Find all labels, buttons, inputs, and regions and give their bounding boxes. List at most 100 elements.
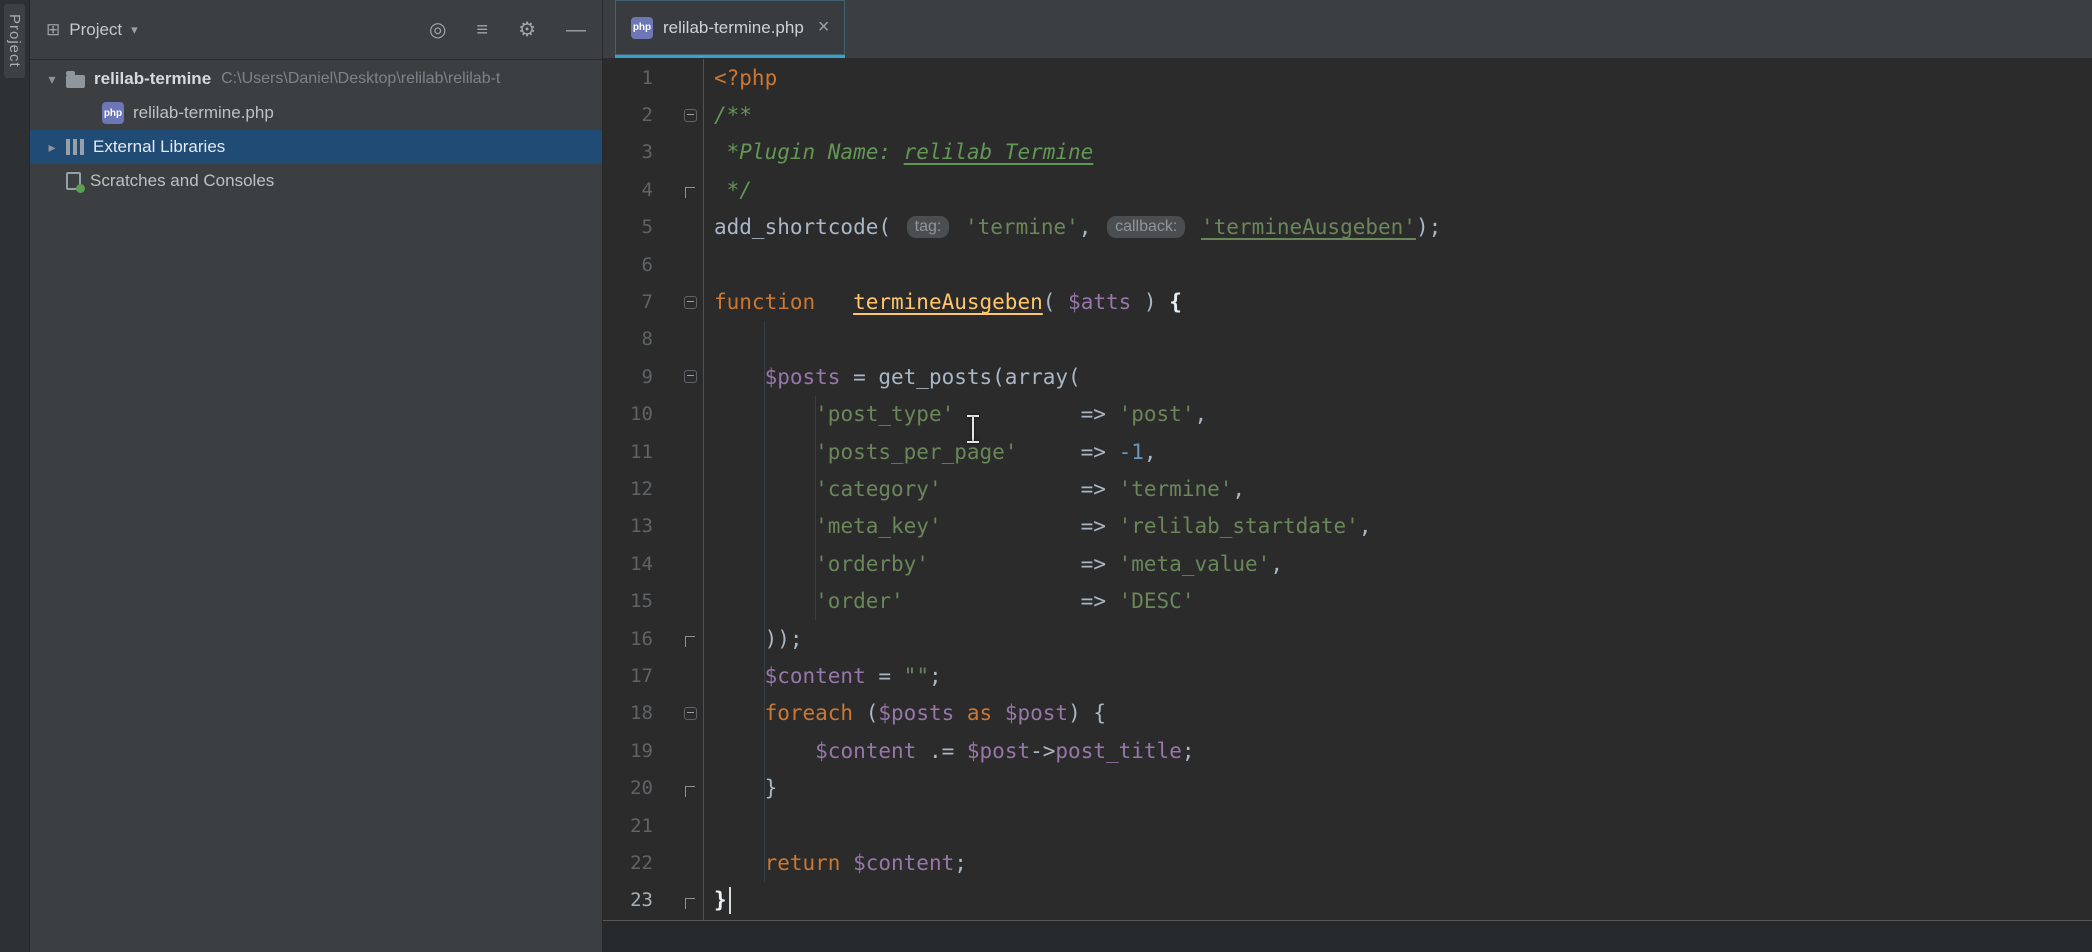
- tree-label: External Libraries: [93, 137, 225, 157]
- project-tree: ▾ relilab-termine C:\Users\Daniel\Desktop\…: [30, 60, 602, 952]
- chevron-down-icon[interactable]: ▾: [38, 71, 66, 88]
- line-number[interactable]: 4: [603, 179, 677, 201]
- code-line-20[interactable]: }: [714, 769, 2092, 806]
- line-number[interactable]: 13: [603, 515, 677, 537]
- fold-collapse-icon[interactable]: [684, 109, 697, 122]
- code-line-10[interactable]: 'post_type' => 'post',: [714, 396, 2092, 433]
- line-number[interactable]: 6: [603, 254, 677, 276]
- chevron-right-icon[interactable]: ▸: [38, 139, 66, 156]
- library-icon: [66, 139, 84, 155]
- locate-file-icon[interactable]: ◎: [429, 20, 446, 40]
- project-view-icon: ⊞: [46, 20, 60, 40]
- project-panel-header: ⊞ Project ▾ ◎ ≡ ⚙ —: [30, 0, 602, 60]
- code-line-1[interactable]: <?php: [714, 59, 2092, 96]
- code-line-4[interactable]: */: [714, 171, 2092, 208]
- scratch-icon: [66, 172, 81, 190]
- tree-row-file-relilab-termine-php[interactable]: php relilab-termine.php: [30, 96, 602, 130]
- line-number[interactable]: 22: [603, 852, 677, 874]
- code-line-3[interactable]: *Plugin Name: relilab Termine: [714, 134, 2092, 171]
- line-number[interactable]: 3: [603, 141, 677, 163]
- editor-bottom-strip: [603, 920, 2092, 952]
- line-number[interactable]: 16: [603, 628, 677, 650]
- code-line-6[interactable]: [714, 246, 2092, 283]
- panel-actions: ◎ ≡ ⚙ —: [429, 20, 586, 40]
- line-number[interactable]: 18: [603, 702, 677, 724]
- code-line-12[interactable]: 'category' => 'termine',: [714, 470, 2092, 507]
- collapse-all-icon[interactable]: ≡: [476, 20, 488, 40]
- tree-label: relilab-termine.php: [133, 103, 274, 123]
- code-line-22[interactable]: return $content;: [714, 844, 2092, 881]
- tree-row-external-libraries[interactable]: ▸ External Libraries: [30, 130, 602, 164]
- code-line-21[interactable]: [714, 807, 2092, 844]
- code-line-19[interactable]: $content .= $post->post_title;: [714, 732, 2092, 769]
- line-number[interactable]: 1: [603, 67, 677, 89]
- fold-end-icon[interactable]: [685, 786, 695, 797]
- project-path: C:\Users\Daniel\Desktop\relilab\relilab-…: [221, 70, 500, 88]
- text-caret: [729, 887, 731, 914]
- line-number[interactable]: 23: [603, 889, 677, 911]
- parameter-hint: callback:: [1107, 216, 1185, 238]
- code-line-14[interactable]: 'orderby' => 'meta_value',: [714, 545, 2092, 582]
- code-line-2[interactable]: /**: [714, 96, 2092, 133]
- stripe-label: Project: [6, 14, 23, 68]
- code-line-13[interactable]: 'meta_key' => 'relilab_startdate',: [714, 508, 2092, 545]
- code-line-23[interactable]: }: [714, 882, 2092, 919]
- fold-collapse-icon[interactable]: [684, 296, 697, 309]
- code-line-7[interactable]: function termineAusgeben( $atts ) {: [714, 283, 2092, 320]
- editor-tab-bar: php relilab-termine.php ×: [603, 0, 2092, 59]
- close-tab-icon[interactable]: ×: [818, 16, 830, 39]
- folder-icon: [66, 75, 85, 88]
- project-panel-title: Project: [69, 20, 122, 40]
- tool-window-stripe-project[interactable]: Project: [4, 4, 25, 78]
- hide-panel-icon[interactable]: —: [566, 20, 586, 40]
- chevron-down-icon: ▾: [131, 22, 138, 38]
- line-number[interactable]: 7: [603, 291, 677, 313]
- indent-guide: [764, 321, 765, 882]
- project-view-selector[interactable]: ⊞ Project ▾: [46, 20, 138, 40]
- editor-area: php relilab-termine.php × 12345678910111…: [603, 0, 2092, 952]
- code-line-18[interactable]: foreach ($posts as $post) {: [714, 695, 2092, 732]
- line-number[interactable]: 11: [603, 441, 677, 463]
- line-number[interactable]: 8: [603, 328, 677, 350]
- line-number[interactable]: 9: [603, 366, 677, 388]
- code-line-17[interactable]: $content = "";: [714, 657, 2092, 694]
- fold-end-icon[interactable]: [685, 898, 695, 909]
- code-line-15[interactable]: 'order' => 'DESC': [714, 582, 2092, 619]
- line-number[interactable]: 5: [603, 216, 677, 238]
- fold-collapse-icon[interactable]: [684, 707, 697, 720]
- tree-row-root[interactable]: ▾ relilab-termine C:\Users\Daniel\Desktop\…: [30, 62, 602, 96]
- line-number[interactable]: 19: [603, 740, 677, 762]
- code-line-8[interactable]: [714, 321, 2092, 358]
- settings-gear-icon[interactable]: ⚙: [518, 20, 536, 40]
- editor-region: 1234567891011121314151617181920212223 <?…: [603, 59, 2092, 920]
- code-line-16[interactable]: ));: [714, 620, 2092, 657]
- parameter-hint: tag:: [907, 216, 950, 238]
- code-line-11[interactable]: 'posts_per_page' => -1,: [714, 433, 2092, 470]
- phpstorm-window: Project ⊞ Project ▾ ◎ ≡ ⚙ — ▾ relilab-termin…: [0, 0, 2092, 952]
- line-number[interactable]: 17: [603, 665, 677, 687]
- tree-row-scratches-and-consoles[interactable]: Scratches and Consoles: [30, 164, 602, 198]
- line-number[interactable]: 2: [603, 104, 677, 126]
- tree-label: relilab-termine: [94, 69, 211, 89]
- fold-collapse-icon[interactable]: [684, 370, 697, 383]
- line-number[interactable]: 12: [603, 478, 677, 500]
- code-line-5[interactable]: add_shortcode( tag: 'termine', callback:…: [714, 209, 2092, 246]
- tab-relilab-termine-php[interactable]: php relilab-termine.php ×: [615, 0, 845, 58]
- line-number[interactable]: 10: [603, 403, 677, 425]
- fold-end-icon[interactable]: [685, 636, 695, 647]
- fold-end-icon[interactable]: [685, 187, 695, 198]
- editor: 1234567891011121314151617181920212223 <?…: [603, 59, 2092, 952]
- gutter: 1234567891011121314151617181920212223: [603, 59, 704, 920]
- indent-guide: [815, 396, 816, 620]
- tree-label: Scratches and Consoles: [90, 171, 274, 191]
- tab-label: relilab-termine.php: [663, 18, 804, 38]
- code-area[interactable]: <?php/** *Plugin Name: relilab Termine *…: [704, 59, 2092, 920]
- php-file-icon: php: [102, 102, 124, 124]
- line-number[interactable]: 15: [603, 590, 677, 612]
- line-number[interactable]: 21: [603, 815, 677, 837]
- line-number[interactable]: 20: [603, 777, 677, 799]
- php-file-icon: php: [631, 17, 653, 39]
- code-line-9[interactable]: $posts = get_posts(array(: [714, 358, 2092, 395]
- left-tool-window-bar: Project: [0, 0, 30, 952]
- line-number[interactable]: 14: [603, 553, 677, 575]
